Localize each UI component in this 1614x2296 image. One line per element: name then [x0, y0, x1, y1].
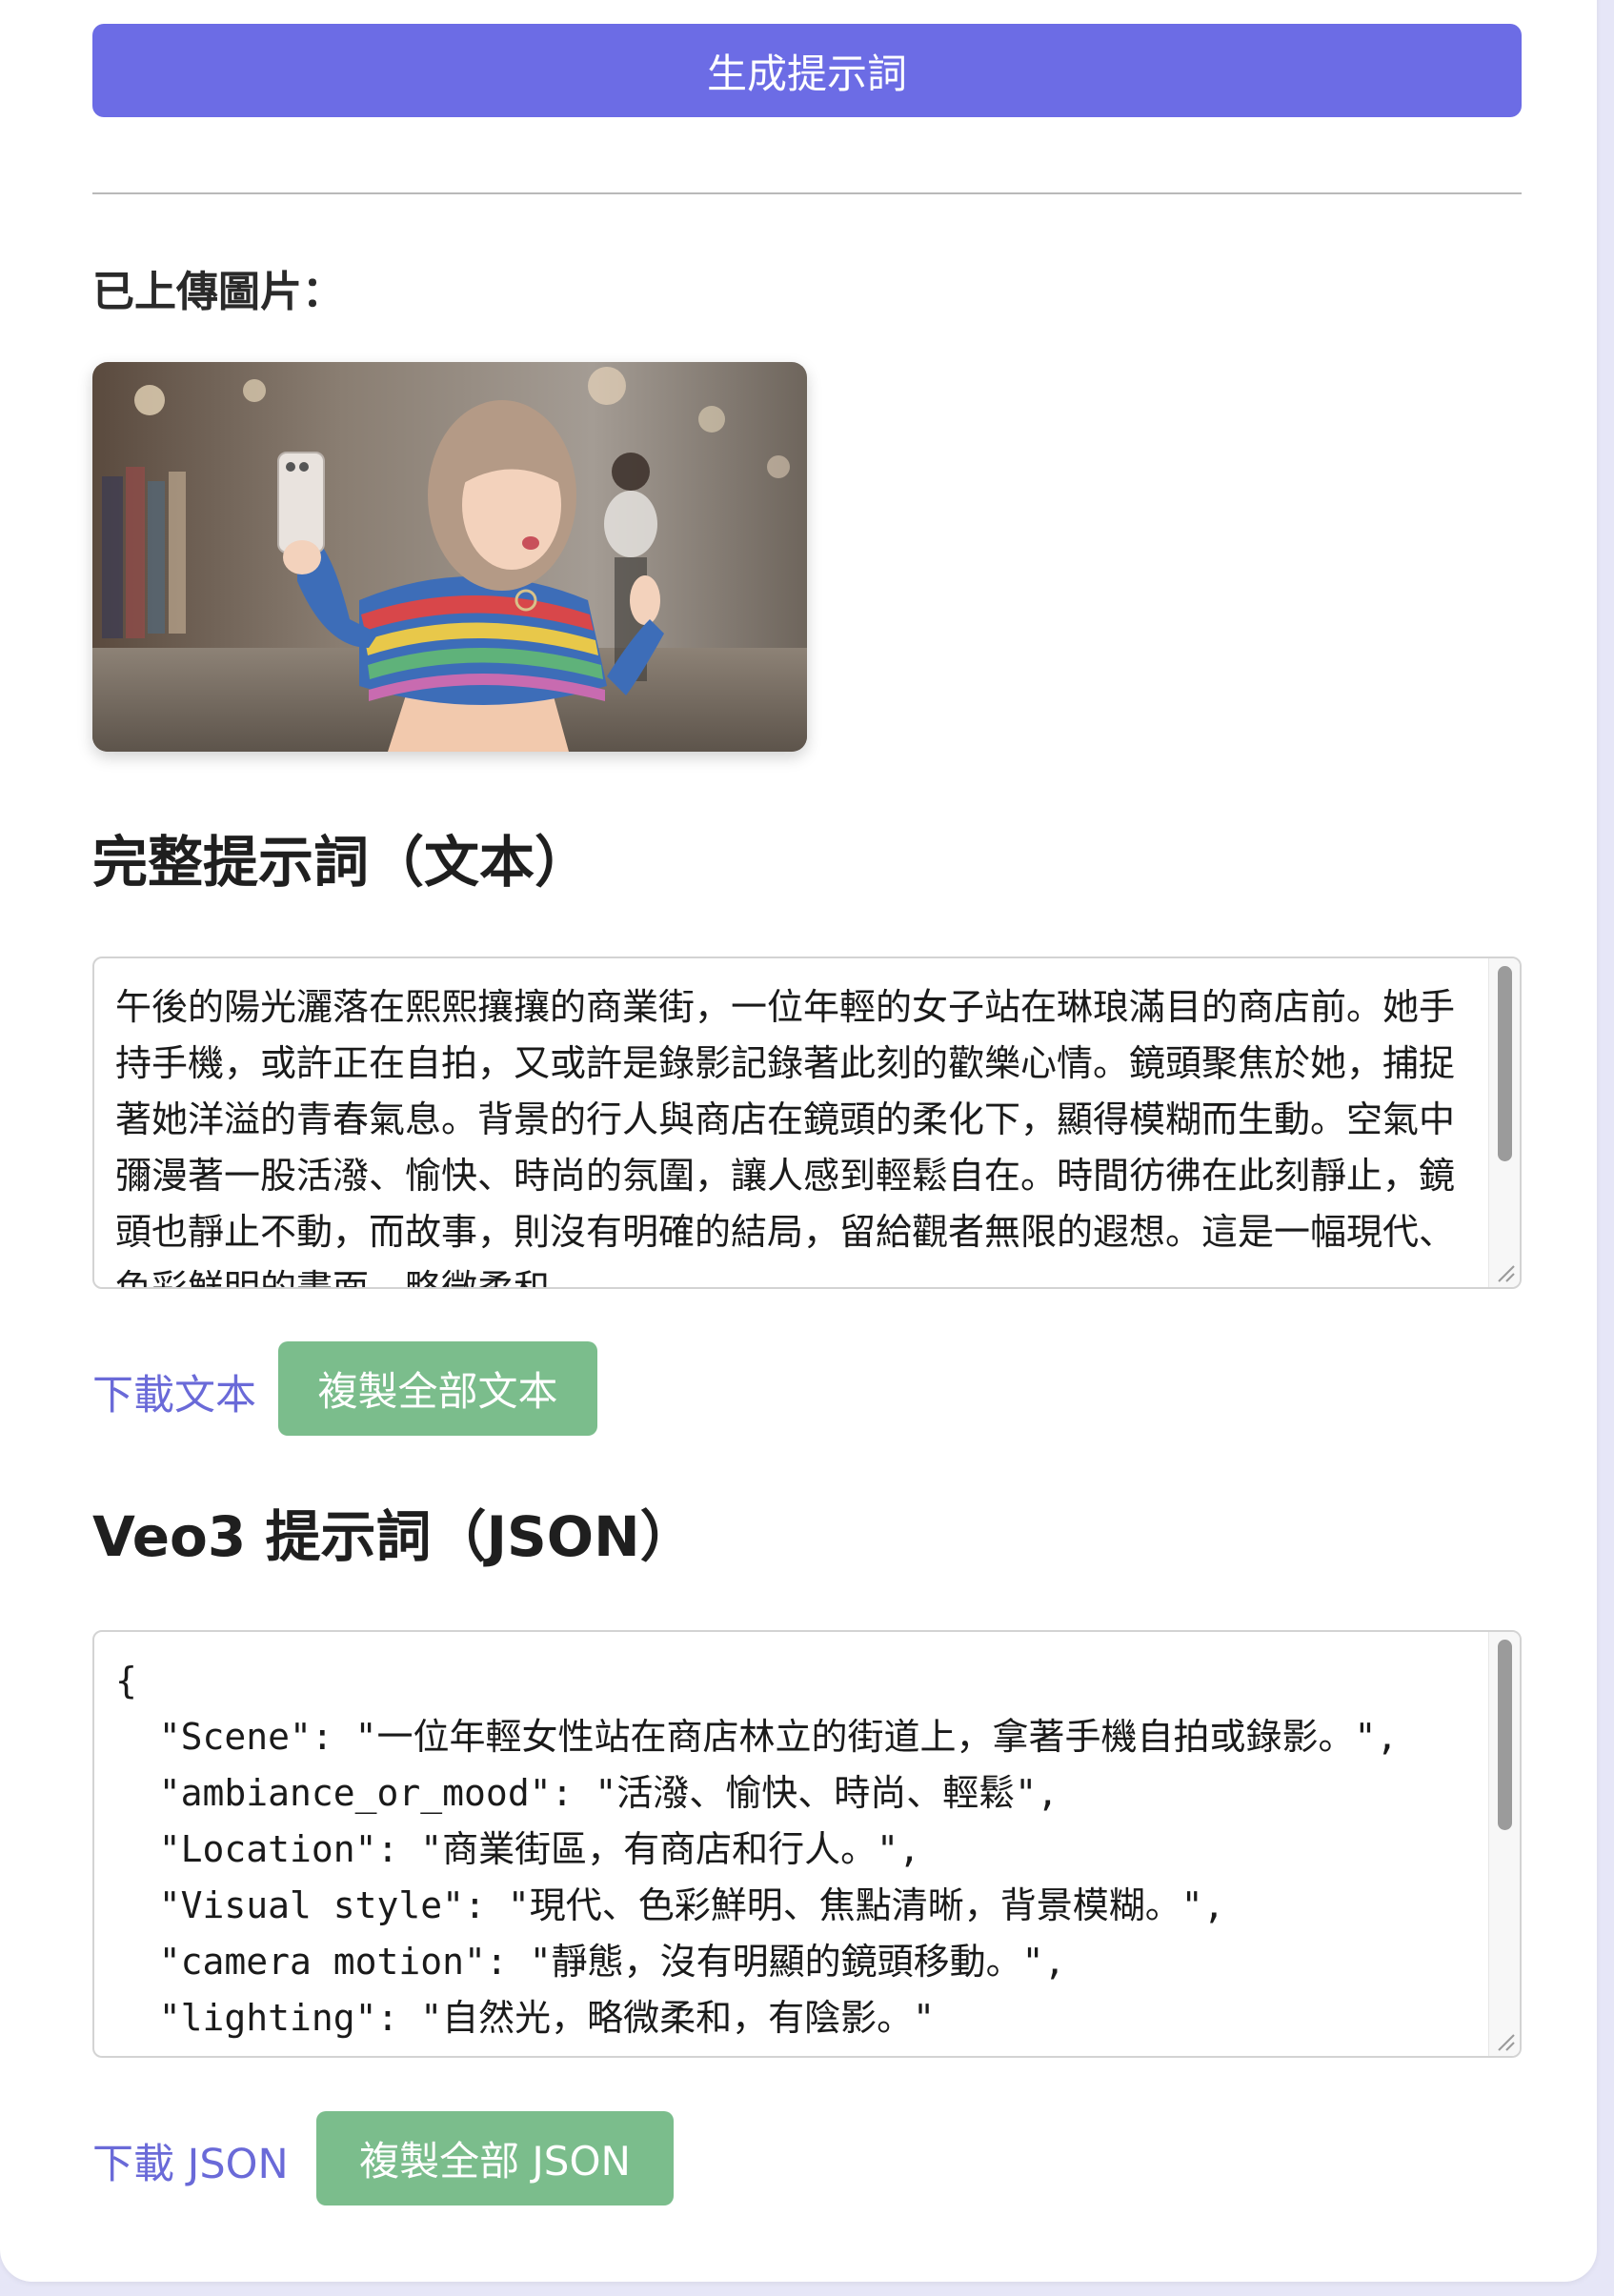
text-prompt-heading: 完整提示詞（文本）	[92, 830, 591, 895]
json-prompt-heading: Veo3 提示詞（JSON）	[92, 1504, 696, 1569]
uploaded-image	[92, 362, 807, 752]
json-prompt-textarea[interactable]: { "Scene": "一位年輕女性站在商店林立的街道上，拿著手機自拍或錄影。"…	[92, 1630, 1522, 2058]
scrollbar-thumb[interactable]	[1498, 966, 1512, 1161]
uploaded-image-label: 已上傳圖片：	[92, 268, 344, 316]
resize-handle-icon[interactable]	[1495, 1262, 1516, 1283]
download-json-link[interactable]: 下載 JSON	[92, 2131, 289, 2190]
generate-prompt-button[interactable]: 生成提示詞	[92, 24, 1522, 117]
copy-all-json-button[interactable]: 複製全部 JSON	[316, 2111, 674, 2205]
text-prompt-scrollbar[interactable]	[1488, 958, 1520, 1287]
scrollbar-thumb[interactable]	[1498, 1640, 1512, 1830]
text-prompt-textarea[interactable]: 午後的陽光灑落在熙熙攘攘的商業街，一位年輕的女子站在琳琅滿目的商店前。她手持手機…	[92, 957, 1522, 1289]
text-prompt-content: 午後的陽光灑落在熙熙攘攘的商業街，一位年輕的女子站在琳琅滿目的商店前。她手持手機…	[115, 986, 1456, 1289]
copy-all-text-button[interactable]: 複製全部文本	[278, 1341, 597, 1436]
resize-handle-icon[interactable]	[1495, 2031, 1516, 2052]
download-text-link[interactable]: 下載文本	[92, 1362, 256, 1421]
divider	[92, 192, 1522, 194]
json-prompt-scrollbar[interactable]	[1488, 1632, 1520, 2056]
json-prompt-content: { "Scene": "一位年輕女性站在商店林立的街道上，拿著手機自拍或錄影。"…	[115, 1660, 1399, 2039]
